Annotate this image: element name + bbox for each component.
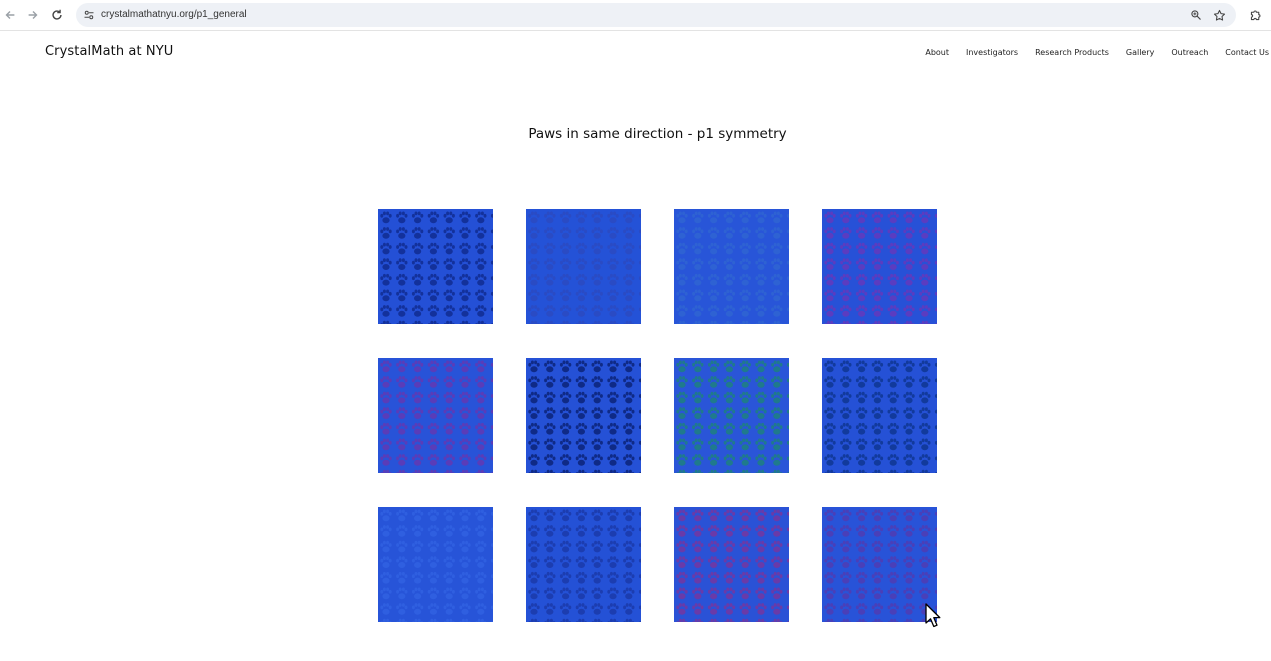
paw-pattern	[380, 360, 493, 473]
paw-pattern	[824, 509, 937, 622]
gallery-grid	[378, 209, 938, 622]
gallery-tile[interactable]	[822, 358, 937, 473]
paw-pattern	[676, 360, 789, 473]
nav-link-investigators[interactable]: Investigators	[966, 47, 1018, 59]
star-icon[interactable]	[1211, 7, 1227, 23]
zoom-icon[interactable]	[1188, 7, 1204, 23]
gallery-tile[interactable]	[674, 507, 789, 622]
nav-link-gallery[interactable]: Gallery	[1126, 47, 1155, 59]
back-arrow-icon[interactable]	[1, 6, 19, 24]
gallery-tile[interactable]	[822, 209, 937, 324]
url-text[interactable]: crystalmathatnyu.org/p1_general	[101, 7, 247, 23]
site-title[interactable]: CrystalMath at NYU	[45, 44, 173, 59]
paw-pattern	[676, 211, 789, 324]
paw-pattern	[824, 360, 937, 473]
paw-pattern	[528, 211, 641, 324]
gallery-tile[interactable]	[526, 358, 641, 473]
browser-toolbar: crystalmathatnyu.org/p1_general	[0, 0, 1271, 31]
forward-arrow-icon[interactable]	[24, 6, 42, 24]
gallery-tile[interactable]	[378, 209, 493, 324]
gallery-tile[interactable]	[822, 507, 937, 622]
nav-link-outreach[interactable]: Outreach	[1171, 47, 1208, 59]
paw-pattern	[528, 360, 641, 473]
gallery-tile[interactable]	[378, 507, 493, 622]
nav-link-research-products[interactable]: Research Products	[1035, 47, 1109, 59]
gallery-tile[interactable]	[674, 358, 789, 473]
gallery-tile[interactable]	[378, 358, 493, 473]
paw-pattern	[380, 509, 493, 622]
gallery-tile[interactable]	[526, 209, 641, 324]
gallery-tile[interactable]	[526, 507, 641, 622]
gallery-tile[interactable]	[674, 209, 789, 324]
mouse-cursor-icon	[925, 603, 941, 628]
site-info-icon[interactable]	[81, 7, 97, 23]
paw-pattern	[380, 211, 493, 324]
puzzle-icon[interactable]	[1246, 6, 1264, 24]
paw-pattern	[824, 211, 937, 324]
nav-link-about[interactable]: About	[925, 47, 949, 59]
nav-link-contact-us[interactable]: Contact Us	[1225, 47, 1269, 59]
reload-icon[interactable]	[48, 6, 66, 24]
site-nav: About Investigators Research Products Ga…	[908, 47, 1269, 59]
paw-pattern	[676, 509, 789, 622]
page-heading: Paws in same direction - p1 symmetry	[528, 126, 787, 142]
address-bar[interactable]: crystalmathatnyu.org/p1_general	[76, 3, 1236, 27]
paw-pattern	[528, 509, 641, 622]
